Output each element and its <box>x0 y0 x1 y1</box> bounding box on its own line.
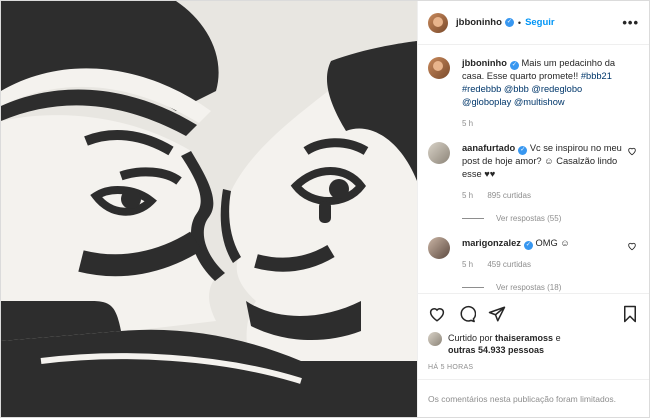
liker-avatar[interactable] <box>428 332 442 346</box>
liked-by-prefix: Curtido por <box>448 333 496 343</box>
comment-icon[interactable] <box>458 305 476 323</box>
others-count[interactable]: outras 54.933 pessoas <box>448 345 544 355</box>
caption-author-avatar[interactable] <box>428 57 450 79</box>
caption-meta: 5 h <box>462 117 623 130</box>
liker-username[interactable]: thaiseramoss <box>495 333 553 343</box>
comment-body: marigonzalez ✓ OMG ☺ 5 h 459 curtidas Ver… <box>462 237 639 293</box>
comments-limited-notice: Os comentários nesta publicação foram li… <box>418 379 649 417</box>
comment-meta: 5 h 895 curtidas <box>462 189 623 202</box>
more-icon[interactable]: ••• <box>622 15 639 30</box>
comment-item: aanafurtado ✓ Vc se inspirou no meu post … <box>428 142 639 225</box>
caption-time[interactable]: 5 h <box>462 119 473 128</box>
share-icon[interactable] <box>488 305 506 323</box>
bookmark-icon[interactable] <box>621 305 639 323</box>
comment-likes[interactable]: 895 curtidas <box>487 191 531 200</box>
instagram-post: jbboninho ✓ • Seguir ••• jbboninho ✓ Mais… <box>0 0 650 418</box>
comment-heart-icon[interactable] <box>627 146 637 156</box>
verified-icon: ✓ <box>509 61 519 70</box>
verified-icon: ✓ <box>518 146 528 155</box>
comments-list[interactable]: jbboninho ✓ Mais um pedacinho da casa. Es… <box>418 45 649 293</box>
separator-dot: • <box>517 17 522 28</box>
caption: jbboninho ✓ Mais um pedacinho da casa. Es… <box>428 57 639 130</box>
action-icons <box>428 302 639 326</box>
comment-meta: 5 h 459 curtidas <box>462 258 623 271</box>
post-timestamp[interactable]: HÁ 5 HORAS <box>428 364 639 371</box>
comment-author[interactable]: marigonzalez <box>462 238 521 248</box>
commenter-avatar[interactable] <box>428 237 450 259</box>
comment-text: OMG ☺ <box>535 238 570 248</box>
caption-author[interactable]: jbboninho <box>462 58 507 68</box>
liked-by-text: Curtido por thaiseramoss e outras 54.933… <box>448 332 561 356</box>
artwork-illustration <box>1 1 417 417</box>
heart-icon[interactable] <box>428 305 446 323</box>
author-username[interactable]: jbboninho <box>456 17 502 28</box>
comment-item: marigonzalez ✓ OMG ☺ 5 h 459 curtidas Ver… <box>428 237 639 293</box>
view-replies-button[interactable]: Ver respostas (18) <box>462 281 623 293</box>
comment-author[interactable]: aanafurtado <box>462 143 515 153</box>
comment-heart-icon[interactable] <box>627 241 637 251</box>
view-replies-button[interactable]: Ver respostas (55) <box>462 212 623 225</box>
author-avatar[interactable] <box>428 12 448 33</box>
comment-likes[interactable]: 459 curtidas <box>487 260 531 269</box>
post-header: jbboninho ✓ • Seguir ••• <box>418 1 649 45</box>
caption-body: jbboninho ✓ Mais um pedacinho da casa. Es… <box>462 57 639 130</box>
liked-by-and: e <box>553 333 561 343</box>
comment-time[interactable]: 5 h <box>462 191 473 200</box>
post-image[interactable] <box>1 1 417 417</box>
verified-icon: ✓ <box>523 241 533 250</box>
verified-icon: ✓ <box>504 18 514 27</box>
comment-time[interactable]: 5 h <box>462 260 473 269</box>
comment-body: aanafurtado ✓ Vc se inspirou no meu post … <box>462 142 639 225</box>
post-actions: Curtido por thaiseramoss e outras 54.933… <box>418 293 649 371</box>
liked-by: Curtido por thaiseramoss e outras 54.933… <box>428 332 639 356</box>
post-sidebar: jbboninho ✓ • Seguir ••• jbboninho ✓ Mais… <box>417 1 649 417</box>
follow-button[interactable]: Seguir <box>525 17 555 28</box>
commenter-avatar[interactable] <box>428 142 450 164</box>
